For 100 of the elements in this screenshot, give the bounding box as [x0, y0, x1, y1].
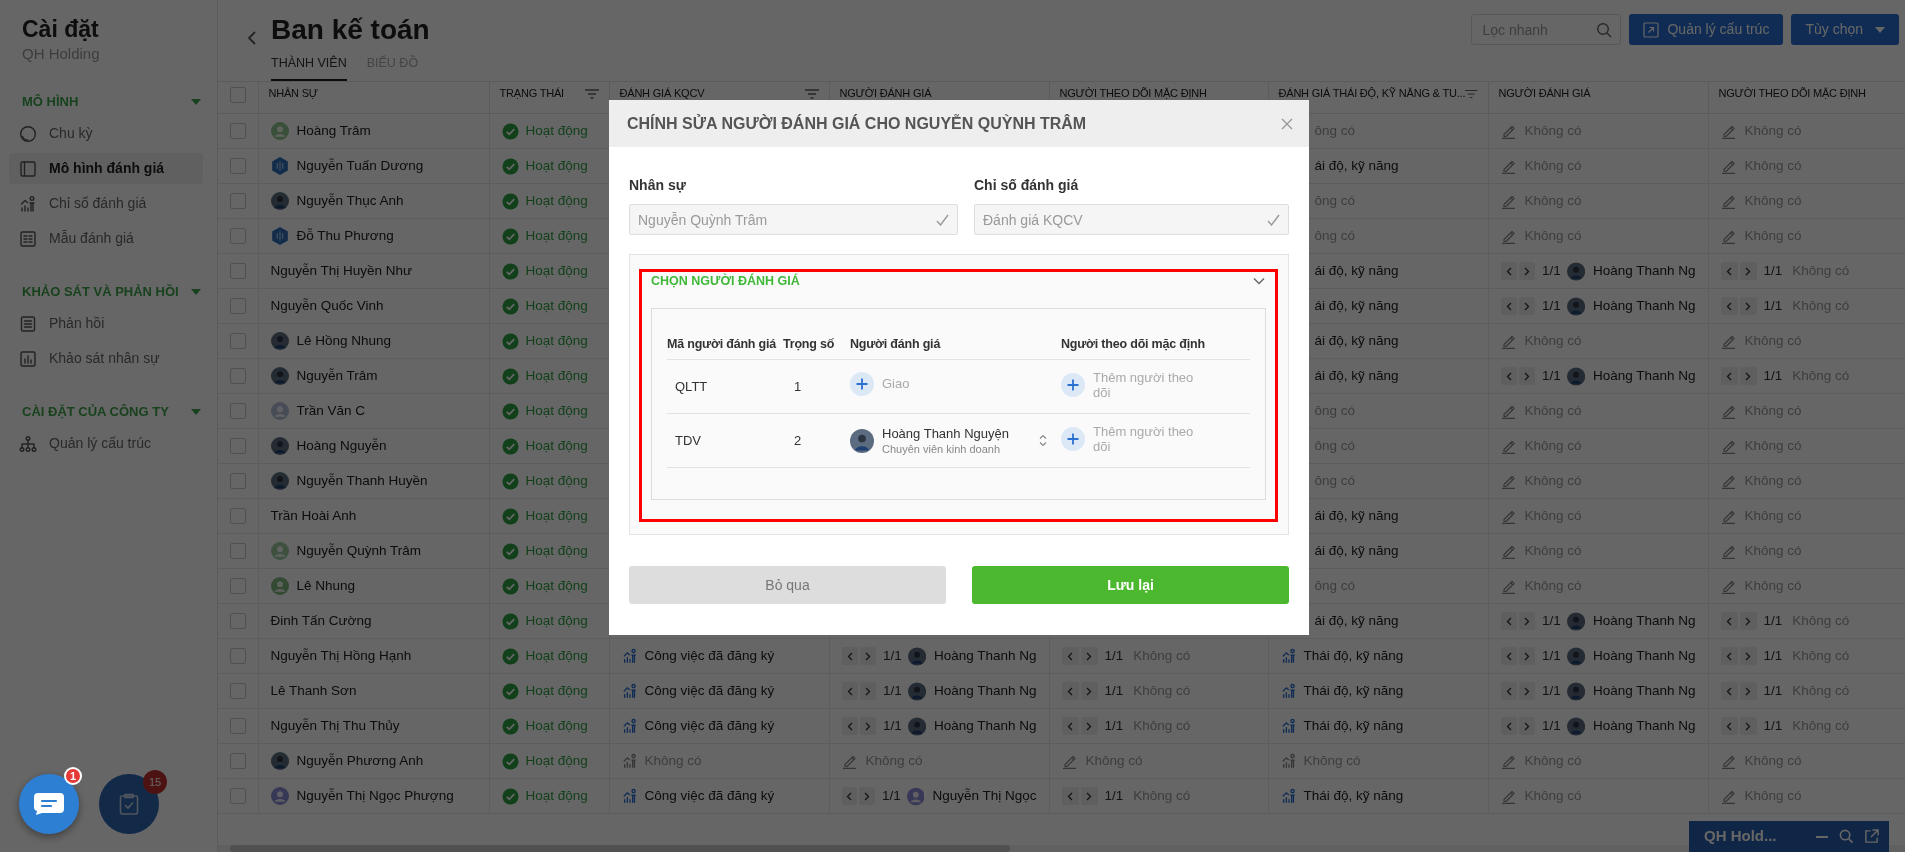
previous-button[interactable] — [1720, 297, 1738, 315]
pencil-icon[interactable] — [1500, 508, 1517, 524]
external-link-icon[interactable] — [1864, 829, 1879, 844]
pencil-icon[interactable] — [1720, 438, 1737, 454]
pencil-icon[interactable] — [1720, 788, 1737, 804]
page-counter: 1/1 — [1542, 611, 1561, 630]
previous-button[interactable] — [1500, 647, 1517, 665]
next-button[interactable] — [1739, 682, 1757, 700]
next-button[interactable] — [1080, 647, 1098, 665]
next-button[interactable] — [859, 717, 876, 735]
previous-button[interactable] — [841, 647, 858, 665]
tab[interactable]: THÀNH VIÊN — [271, 46, 347, 81]
previous-button[interactable] — [1500, 682, 1517, 700]
pencil-icon[interactable] — [1500, 228, 1517, 244]
sidebar-item[interactable]: Khảo sát nhân sự — [9, 343, 203, 374]
sidebar-item[interactable]: Mẫu đánh giá — [9, 223, 203, 254]
next-button[interactable] — [1518, 262, 1535, 280]
pencil-icon[interactable] — [1500, 438, 1517, 454]
sidebar-item[interactable]: Chỉ số đánh giá — [9, 188, 203, 219]
sidebar-item[interactable]: Quản lý cấu trúc — [9, 428, 203, 459]
add-button[interactable]: Giao — [850, 371, 910, 396]
sidebar-item[interactable]: Phản hồi — [9, 308, 203, 339]
next-button[interactable] — [1739, 297, 1757, 315]
previous-button[interactable] — [841, 682, 858, 700]
pencil-icon[interactable] — [1500, 578, 1517, 594]
previous-button[interactable] — [1500, 612, 1517, 630]
save-button[interactable]: Lưu lại — [972, 566, 1289, 604]
next-button[interactable] — [1518, 647, 1535, 665]
previous-button[interactable] — [1500, 297, 1517, 315]
next-button[interactable] — [1739, 612, 1757, 630]
up-down-icon[interactable] — [1039, 434, 1047, 447]
pencil-icon[interactable] — [1720, 543, 1737, 559]
chevron-down-icon[interactable] — [1253, 277, 1265, 285]
next-button[interactable] — [1518, 717, 1535, 735]
pencil-icon[interactable] — [1500, 193, 1517, 209]
previous-button[interactable] — [1061, 717, 1079, 735]
pencil-icon[interactable] — [1500, 403, 1517, 419]
previous-button[interactable] — [1061, 682, 1079, 700]
pencil-icon[interactable] — [1500, 788, 1517, 804]
pencil-icon[interactable] — [1500, 158, 1517, 174]
next-button[interactable] — [1080, 787, 1098, 805]
add-button[interactable]: Thêm người theo dõi — [1061, 424, 1208, 455]
pencil-icon[interactable] — [1500, 753, 1517, 769]
next-button[interactable] — [1080, 682, 1098, 700]
previous-button[interactable] — [1500, 717, 1517, 735]
pencil-icon[interactable] — [1500, 123, 1517, 139]
previous-button[interactable] — [1500, 262, 1517, 280]
search-icon[interactable] — [1839, 829, 1854, 844]
pencil-icon[interactable] — [841, 753, 858, 769]
previous-button[interactable] — [841, 787, 858, 805]
caret-icon[interactable] — [191, 409, 201, 415]
pencil-icon[interactable] — [1500, 473, 1517, 489]
next-button[interactable] — [1518, 297, 1535, 315]
previous-button[interactable] — [1720, 367, 1738, 385]
previous-button[interactable] — [841, 717, 858, 735]
previous-button[interactable] — [1720, 717, 1738, 735]
pencil-icon[interactable] — [1720, 123, 1737, 139]
pencil-icon[interactable] — [1061, 753, 1078, 769]
next-button[interactable] — [1518, 682, 1535, 700]
filter-icon[interactable] — [584, 88, 599, 99]
previous-button[interactable] — [1720, 612, 1738, 630]
filter-icon[interactable] — [1465, 88, 1478, 99]
pencil-icon[interactable] — [1720, 578, 1737, 594]
pencil-icon[interactable] — [1720, 158, 1737, 174]
previous-button[interactable] — [1500, 367, 1517, 385]
next-button[interactable] — [859, 682, 876, 700]
pencil-icon[interactable] — [1720, 473, 1737, 489]
next-button[interactable] — [1739, 262, 1757, 280]
structure-button[interactable]: Quản lý cấu trúc — [1629, 14, 1784, 45]
next-button[interactable] — [1518, 367, 1535, 385]
next-button[interactable] — [1739, 367, 1757, 385]
pencil-icon[interactable] — [1720, 193, 1737, 209]
sidebar-item[interactable]: Mô hình đánh giá — [9, 153, 203, 184]
add-button[interactable]: Thêm người theo dõi — [1061, 370, 1208, 401]
caret-icon[interactable] — [191, 99, 201, 105]
next-button[interactable] — [1518, 612, 1535, 630]
previous-button[interactable] — [1061, 787, 1079, 805]
next-button[interactable] — [1739, 717, 1757, 735]
filter-icon[interactable] — [804, 88, 819, 99]
previous-button[interactable] — [1720, 262, 1738, 280]
next-button[interactable] — [859, 647, 876, 665]
dropdown-button[interactable]: Tùy chọn — [1791, 14, 1899, 45]
previous-button[interactable] — [1720, 647, 1738, 665]
pencil-icon[interactable] — [1720, 403, 1737, 419]
close-icon[interactable] — [1281, 117, 1293, 130]
pencil-icon[interactable] — [1720, 228, 1737, 244]
previous-button[interactable] — [1061, 647, 1079, 665]
next-button[interactable] — [1080, 717, 1098, 735]
pencil-icon[interactable] — [1720, 753, 1737, 769]
sidebar-item[interactable]: Chu kỳ — [9, 118, 203, 149]
pencil-icon[interactable] — [1720, 508, 1737, 524]
back-icon[interactable] — [247, 30, 257, 46]
pencil-icon[interactable] — [1500, 543, 1517, 559]
caret-icon[interactable] — [191, 289, 201, 295]
previous-button[interactable] — [1720, 682, 1738, 700]
cancel-button[interactable]: Bỏ qua — [629, 566, 946, 604]
next-button[interactable] — [1739, 647, 1757, 665]
pencil-icon[interactable] — [1720, 333, 1737, 349]
pencil-icon[interactable] — [1500, 333, 1517, 349]
next-button[interactable] — [859, 787, 876, 805]
